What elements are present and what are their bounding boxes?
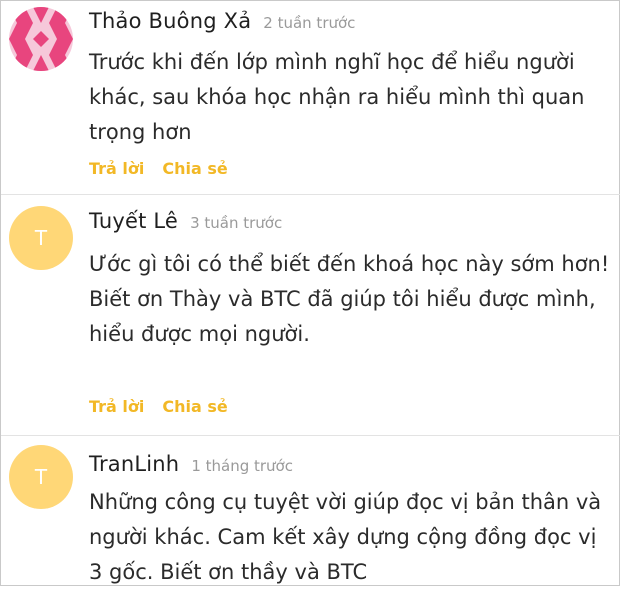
- comment-timestamp: 3 tuần trước: [190, 214, 283, 232]
- avatar[interactable]: [9, 7, 73, 71]
- avatar-letter: T: [34, 465, 48, 489]
- comment-text: Những công cụ tuyệt vời giúp đọc vị bản …: [89, 485, 614, 590]
- comment-text-line: Biết ơn Thày và BTC đã giúp tôi hiểu đượ…: [89, 287, 596, 346]
- avatar[interactable]: T: [9, 445, 73, 509]
- comment-timestamp: 2 tuần trước: [263, 14, 356, 32]
- comment-text-line: Trước khi đến lớp mình nghĩ học để hiểu …: [89, 50, 585, 144]
- comment-text: Ước gì tôi có thể biết đến khoá học này …: [89, 247, 614, 352]
- divider: [1, 435, 620, 436]
- share-button[interactable]: Chia sẻ: [162, 159, 227, 178]
- avatar-letter: T: [34, 226, 48, 250]
- comment-text-line: Ước gì tôi có thể biết đến khoá học này …: [89, 252, 610, 276]
- author-name[interactable]: Thảo Buông Xả: [89, 9, 251, 33]
- comment-text: Trước khi đến lớp mình nghĩ học để hiểu …: [89, 45, 614, 150]
- share-button[interactable]: Chia sẻ: [162, 397, 227, 416]
- comment-text-line: Những công cụ tuyệt vời giúp đọc vị bản …: [89, 490, 602, 584]
- divider: [1, 194, 620, 195]
- comment-timestamp: 1 tháng trước: [191, 457, 293, 475]
- reply-button[interactable]: Trả lời: [89, 159, 144, 178]
- reply-button[interactable]: Trả lời: [89, 397, 144, 416]
- diamond-pattern-icon: [9, 7, 73, 71]
- author-name[interactable]: Tuyết Lê: [89, 209, 178, 233]
- avatar[interactable]: T: [9, 206, 73, 270]
- author-name[interactable]: TranLinh: [89, 452, 179, 476]
- comment-list: Thảo Buông Xả 2 tuần trước Trước khi đến…: [0, 0, 620, 586]
